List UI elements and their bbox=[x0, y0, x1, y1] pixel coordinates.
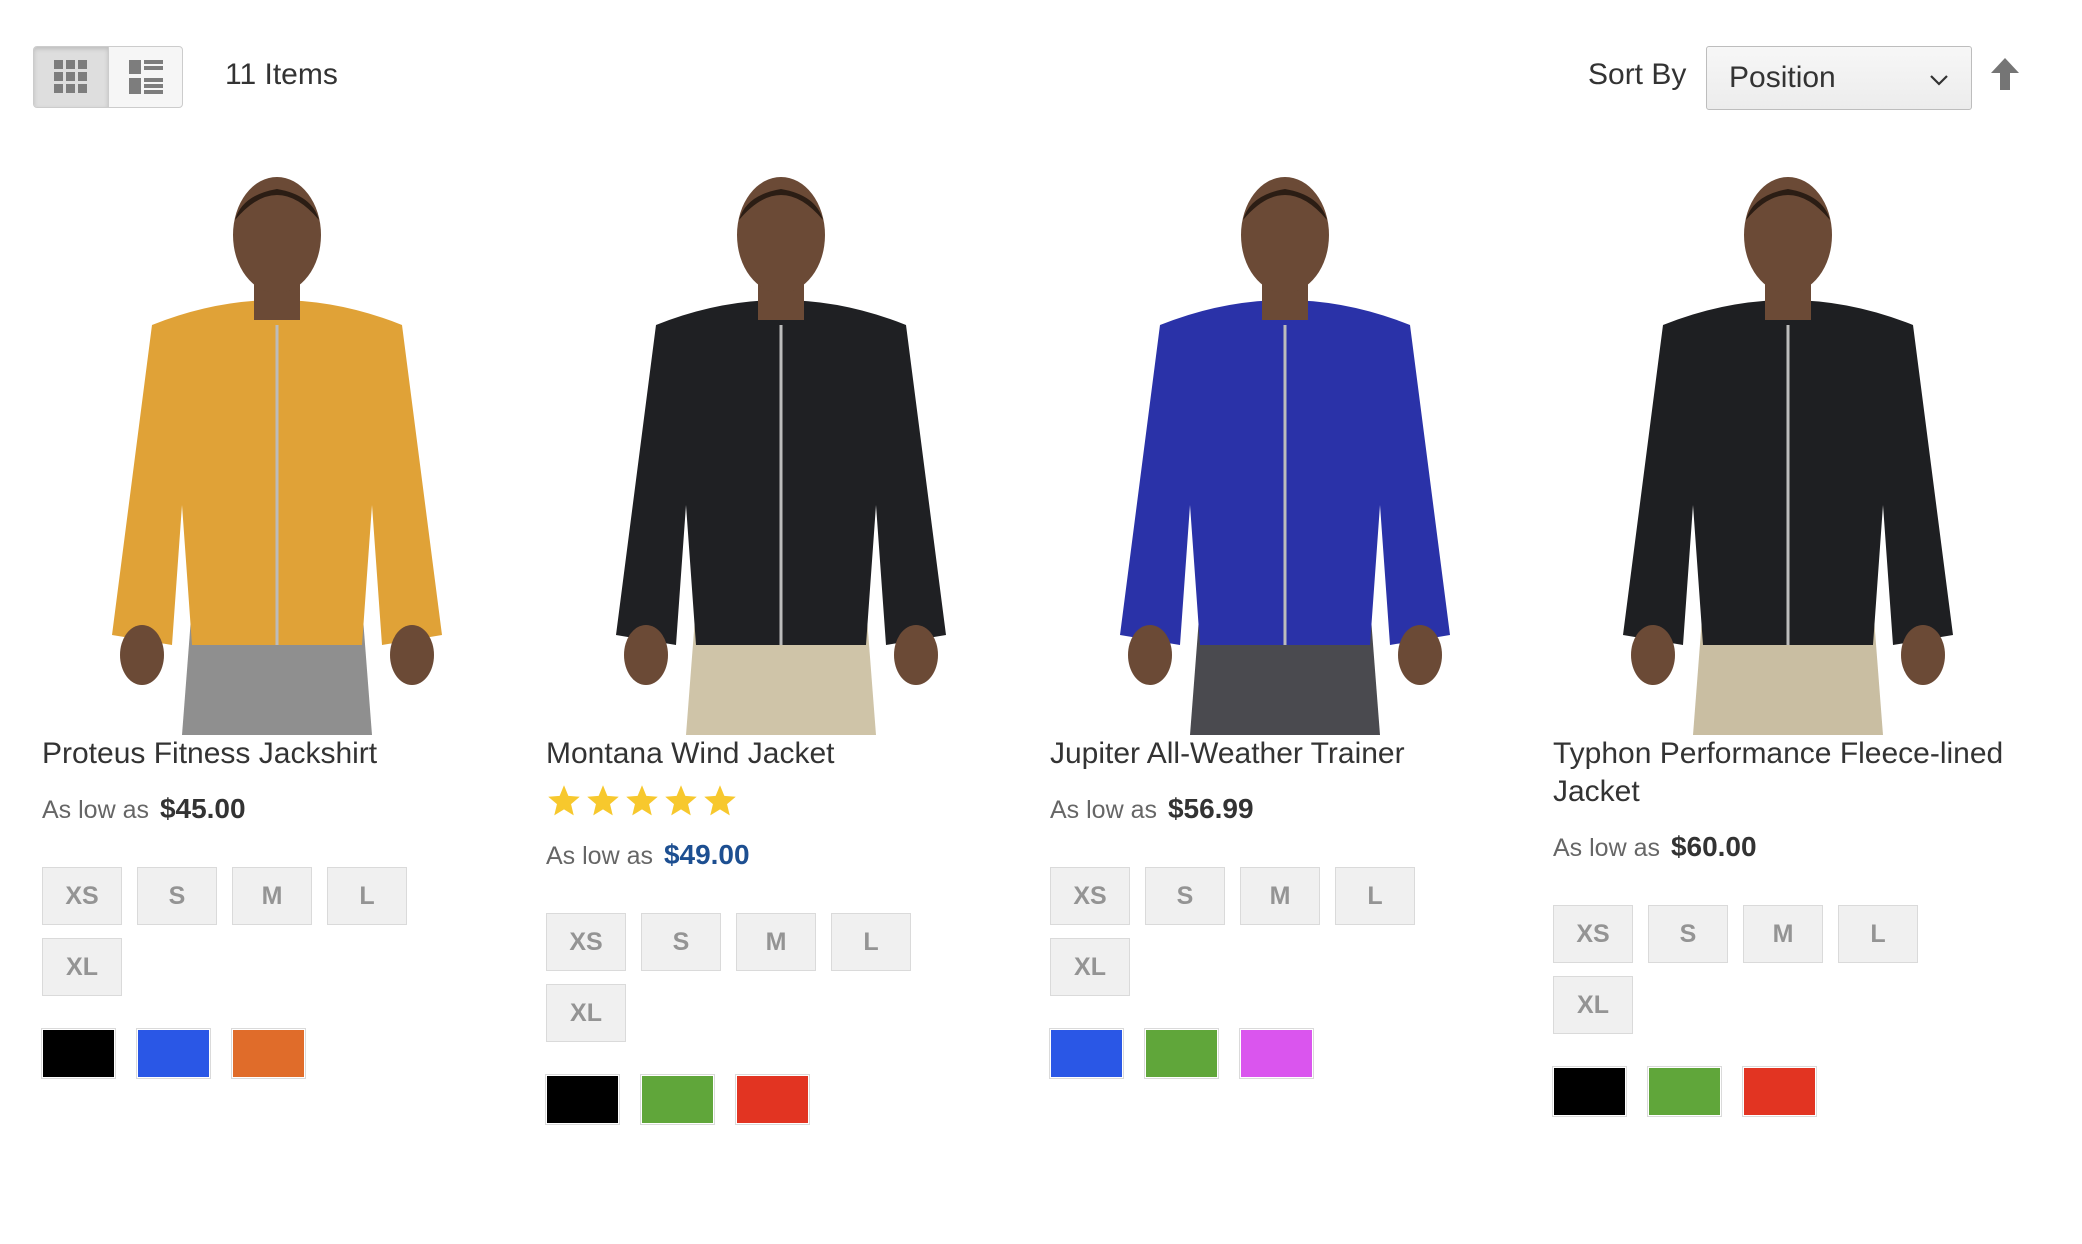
color-swatch[interactable] bbox=[1553, 1067, 1626, 1116]
product-image[interactable] bbox=[42, 175, 512, 735]
star-icon bbox=[663, 783, 699, 827]
price-prefix: As low as bbox=[42, 796, 149, 824]
sort-by-label: Sort By bbox=[1588, 58, 1687, 91]
list-icon bbox=[128, 60, 163, 94]
grid-view-button[interactable] bbox=[34, 47, 108, 107]
price-value: $56.99 bbox=[1167, 793, 1254, 824]
color-swatch[interactable] bbox=[1743, 1067, 1816, 1116]
size-option[interactable]: M bbox=[736, 913, 816, 971]
product-name-link[interactable]: Jupiter All-Weather Trainer bbox=[1050, 735, 1520, 773]
size-options: XS S M L XL bbox=[1553, 905, 1953, 1034]
sort-by-value: Position bbox=[1729, 61, 1836, 94]
price-box: As low as $45.00 bbox=[42, 793, 522, 825]
price-value: $49.00 bbox=[663, 839, 750, 870]
color-swatch[interactable] bbox=[1240, 1029, 1313, 1078]
size-option[interactable]: S bbox=[1648, 905, 1728, 963]
color-swatch[interactable] bbox=[546, 1075, 619, 1124]
arrow-up-icon bbox=[1991, 58, 2019, 90]
star-icon bbox=[585, 783, 621, 827]
size-option[interactable]: XL bbox=[1553, 976, 1633, 1034]
color-options bbox=[1050, 1029, 1530, 1078]
price-box: As low as $60.00 bbox=[1553, 831, 2033, 863]
product-image[interactable] bbox=[546, 175, 1016, 735]
size-option[interactable]: L bbox=[1838, 905, 1918, 963]
size-option[interactable]: XS bbox=[42, 867, 122, 925]
product-image[interactable] bbox=[1553, 175, 2023, 735]
star-icon bbox=[624, 783, 660, 827]
size-option[interactable]: XL bbox=[42, 938, 122, 996]
toolbar: 11 Items Sort By Position bbox=[0, 0, 2082, 160]
product-name-link[interactable]: Proteus Fitness Jackshirt bbox=[42, 735, 512, 773]
size-option[interactable]: XS bbox=[1050, 867, 1130, 925]
product-card: Montana Wind Jacket As low as $49.00 XS S… bbox=[546, 175, 1026, 1124]
product-name-link[interactable]: Montana Wind Jacket bbox=[546, 735, 1016, 773]
color-swatch[interactable] bbox=[641, 1075, 714, 1124]
color-options bbox=[1553, 1067, 2033, 1116]
size-option[interactable]: S bbox=[641, 913, 721, 971]
color-swatch[interactable] bbox=[1050, 1029, 1123, 1078]
product-listing-page: 11 Items Sort By Position Proteus Fitnes… bbox=[0, 0, 2082, 1244]
chevron-down-icon bbox=[1930, 75, 1948, 86]
size-option[interactable]: L bbox=[831, 913, 911, 971]
color-options bbox=[546, 1075, 1026, 1124]
rating-stars[interactable] bbox=[546, 783, 1026, 827]
size-option[interactable]: L bbox=[1335, 867, 1415, 925]
size-option[interactable]: L bbox=[327, 867, 407, 925]
star-icon bbox=[702, 783, 738, 827]
price-prefix: As low as bbox=[1553, 834, 1660, 862]
color-swatch[interactable] bbox=[137, 1029, 210, 1078]
size-option[interactable]: M bbox=[1240, 867, 1320, 925]
sort-direction-button[interactable] bbox=[1990, 58, 2020, 95]
product-image[interactable] bbox=[1050, 175, 1520, 735]
size-options: XS S M L XL bbox=[546, 913, 946, 1042]
price-prefix: As low as bbox=[1050, 796, 1157, 824]
product-card: Typhon Performance Fleece-lined Jacket A… bbox=[1553, 175, 2033, 1116]
color-swatch[interactable] bbox=[232, 1029, 305, 1078]
price-box: As low as $49.00 bbox=[546, 839, 1026, 871]
price-value: $60.00 bbox=[1670, 831, 1757, 862]
size-option[interactable]: XS bbox=[546, 913, 626, 971]
color-swatch[interactable] bbox=[42, 1029, 115, 1078]
size-option[interactable]: M bbox=[1743, 905, 1823, 963]
item-count: 11 Items bbox=[225, 58, 338, 91]
product-card: Proteus Fitness Jackshirt As low as $45.… bbox=[42, 175, 522, 1078]
price-prefix: As low as bbox=[546, 842, 653, 870]
color-options bbox=[42, 1029, 522, 1078]
price-value: $45.00 bbox=[159, 793, 246, 824]
price-box: As low as $56.99 bbox=[1050, 793, 1530, 825]
size-option[interactable]: XS bbox=[1553, 905, 1633, 963]
size-option[interactable]: S bbox=[137, 867, 217, 925]
size-options: XS S M L XL bbox=[42, 867, 442, 996]
size-option[interactable]: XL bbox=[546, 984, 626, 1042]
color-swatch[interactable] bbox=[1648, 1067, 1721, 1116]
color-swatch[interactable] bbox=[736, 1075, 809, 1124]
color-swatch[interactable] bbox=[1145, 1029, 1218, 1078]
size-option[interactable]: M bbox=[232, 867, 312, 925]
size-option[interactable]: XL bbox=[1050, 938, 1130, 996]
list-view-button[interactable] bbox=[108, 47, 182, 107]
sort-by-select[interactable]: Position bbox=[1706, 46, 1972, 110]
grid-icon bbox=[54, 60, 87, 93]
product-card: Jupiter All-Weather Trainer As low as $5… bbox=[1050, 175, 1530, 1078]
star-icon bbox=[546, 783, 582, 827]
size-options: XS S M L XL bbox=[1050, 867, 1450, 996]
size-option[interactable]: S bbox=[1145, 867, 1225, 925]
product-name-link[interactable]: Typhon Performance Fleece-lined Jacket bbox=[1553, 735, 2023, 811]
view-mode-switcher bbox=[33, 46, 183, 108]
